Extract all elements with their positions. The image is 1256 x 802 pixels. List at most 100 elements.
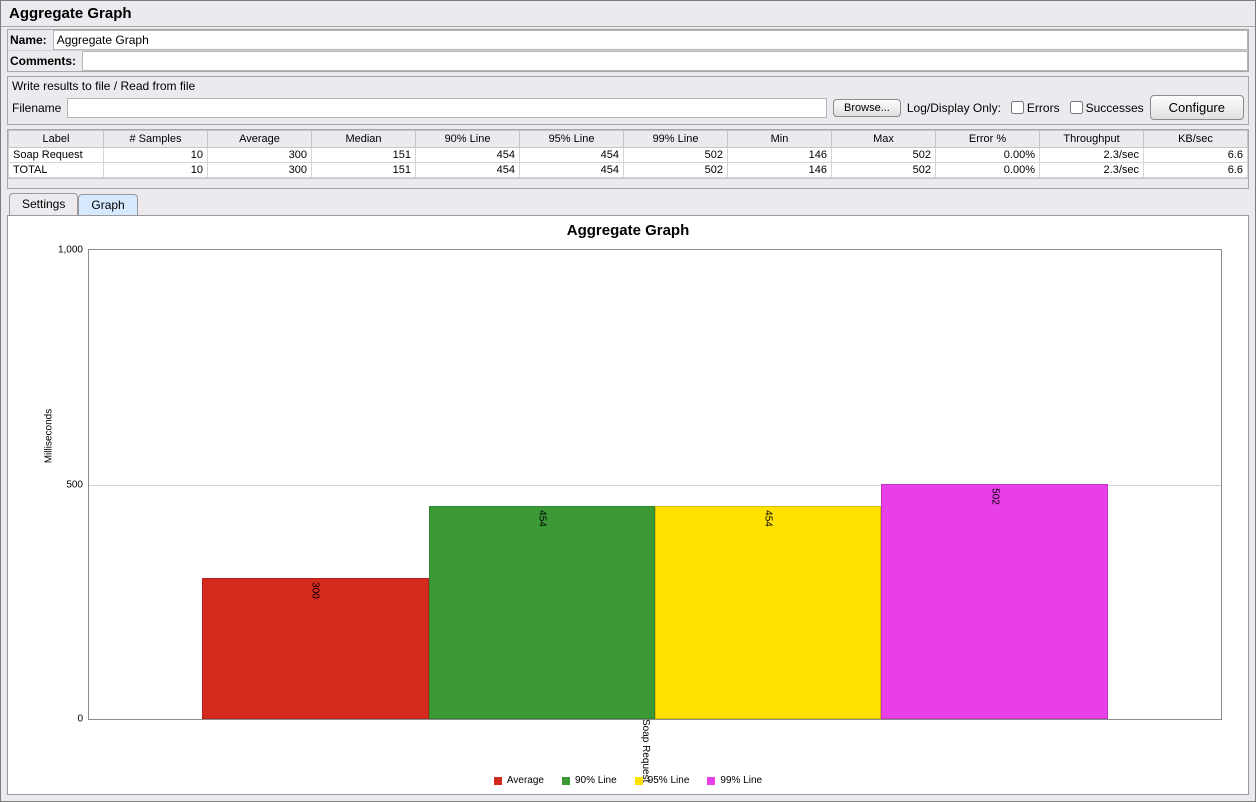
cell-median: 151 [312, 163, 416, 178]
errors-checkbox-label: Errors [1027, 101, 1060, 115]
table-row[interactable]: TOTAL 10 300 151 454 454 502 146 502 0.0… [9, 163, 1248, 178]
legend-item: 90% Line [562, 775, 617, 786]
bar-90-line: 454 [429, 506, 655, 719]
y-axis-label: Milliseconds [44, 408, 55, 462]
bar-value-label: 502 [989, 488, 1000, 505]
th-average[interactable]: Average [208, 131, 312, 148]
legend-item: 95% Line [635, 775, 690, 786]
tabs-row: Settings Graph [1, 193, 1255, 215]
legend-swatch [562, 777, 570, 785]
bar-value-label: 454 [763, 510, 774, 527]
filename-label: Filename [12, 101, 61, 115]
comments-label: Comments: [8, 52, 82, 70]
th-throughput[interactable]: Throughput [1040, 131, 1144, 148]
th-max[interactable]: Max [832, 131, 936, 148]
successes-checkbox-wrap[interactable]: Successes [1070, 101, 1144, 115]
x-category-label: Soap Request [640, 719, 655, 782]
cell-p95: 454 [520, 163, 624, 178]
cell-p90: 454 [416, 163, 520, 178]
bars-group: 300454454502Soap Request [202, 250, 1108, 719]
table-header-row: Label # Samples Average Median 90% Line … [9, 131, 1248, 148]
cell-tp: 2.3/sec [1040, 163, 1144, 178]
y-tick: 1,000 [58, 245, 89, 256]
successes-checkbox[interactable] [1070, 101, 1083, 114]
errors-checkbox-wrap[interactable]: Errors [1011, 101, 1060, 115]
filename-input[interactable] [67, 98, 827, 118]
legend-item: 99% Line [707, 775, 762, 786]
chart-title: Aggregate Graph [8, 216, 1248, 245]
comments-input[interactable] [82, 51, 1248, 71]
cell-p99: 502 [624, 148, 728, 163]
configure-button[interactable]: Configure [1150, 95, 1244, 120]
file-panel-legend: Write results to file / Read from file [12, 79, 1244, 93]
name-input[interactable] [53, 30, 1248, 50]
th-min[interactable]: Min [728, 131, 832, 148]
name-row: Name: [8, 30, 1248, 51]
log-display-only-label: Log/Display Only: [907, 101, 1001, 115]
th-samples[interactable]: # Samples [104, 131, 208, 148]
cell-avg: 300 [208, 148, 312, 163]
th-90line[interactable]: 90% Line [416, 131, 520, 148]
bar-95-line: 454 [655, 506, 881, 719]
y-tick: 500 [66, 479, 89, 490]
y-tick: 0 [77, 714, 89, 725]
log-display-group: Log/Display Only: Errors Successes [907, 101, 1144, 115]
plot-container: Milliseconds 05001,000300454454502Soap R… [58, 245, 1226, 724]
legend-label: 99% Line [720, 775, 762, 786]
cell-err: 0.00% [936, 163, 1040, 178]
cell-kbsec: 6.6 [1144, 163, 1248, 178]
legend-swatch [707, 777, 715, 785]
fields-panel: Name: Comments: [7, 29, 1249, 72]
cell-samples: 10 [104, 148, 208, 163]
legend-swatch [494, 777, 502, 785]
th-label[interactable]: Label [9, 131, 104, 148]
th-kbsec[interactable]: KB/sec [1144, 131, 1248, 148]
cell-min: 146 [728, 163, 832, 178]
cell-avg: 300 [208, 163, 312, 178]
cell-min: 146 [728, 148, 832, 163]
cell-p90: 454 [416, 148, 520, 163]
cell-max: 502 [832, 148, 936, 163]
title-bar: Aggregate Graph [1, 1, 1255, 27]
table-spacer [8, 178, 1248, 188]
bar-value-label: 454 [536, 510, 547, 527]
file-row: Filename Browse... Log/Display Only: Err… [12, 95, 1244, 120]
comments-row: Comments: [8, 51, 1248, 71]
th-error[interactable]: Error % [936, 131, 1040, 148]
successes-checkbox-label: Successes [1086, 101, 1144, 115]
file-panel: Write results to file / Read from file F… [7, 76, 1249, 125]
stats-table: Label # Samples Average Median 90% Line … [8, 130, 1248, 178]
cell-tp: 2.3/sec [1040, 148, 1144, 163]
cell-samples: 10 [104, 163, 208, 178]
cell-median: 151 [312, 148, 416, 163]
cell-max: 502 [832, 163, 936, 178]
name-label: Name: [8, 31, 53, 49]
tab-graph[interactable]: Graph [78, 194, 137, 216]
window: Aggregate Graph Name: Comments: Write re… [0, 0, 1256, 802]
plot: Milliseconds 05001,000300454454502Soap R… [88, 249, 1222, 720]
legend-label: 95% Line [648, 775, 690, 786]
th-median[interactable]: Median [312, 131, 416, 148]
legend-swatch [635, 777, 643, 785]
cell-label: Soap Request [9, 148, 104, 163]
cell-err: 0.00% [936, 148, 1040, 163]
cell-p95: 454 [520, 148, 624, 163]
bar-average: 300 [202, 578, 428, 719]
legend-item: Average [494, 775, 544, 786]
th-99line[interactable]: 99% Line [624, 131, 728, 148]
browse-button[interactable]: Browse... [833, 99, 901, 117]
page-title: Aggregate Graph [9, 5, 132, 22]
table-row[interactable]: Soap Request 10 300 151 454 454 502 146 … [9, 148, 1248, 163]
tab-settings[interactable]: Settings [9, 193, 78, 215]
legend: Average 90% Line 95% Line 99% Line [8, 775, 1248, 786]
errors-checkbox[interactable] [1011, 101, 1024, 114]
stats-table-wrap: Label # Samples Average Median 90% Line … [7, 129, 1249, 189]
chart-area: Aggregate Graph Milliseconds 0 500 1,000 30… [7, 215, 1249, 795]
bar-99-line: 502 [881, 484, 1107, 719]
cell-kbsec: 6.6 [1144, 148, 1248, 163]
th-95line[interactable]: 95% Line [520, 131, 624, 148]
cell-p99: 502 [624, 163, 728, 178]
legend-label: Average [507, 775, 544, 786]
cell-label: TOTAL [9, 163, 104, 178]
legend-label: 90% Line [575, 775, 617, 786]
